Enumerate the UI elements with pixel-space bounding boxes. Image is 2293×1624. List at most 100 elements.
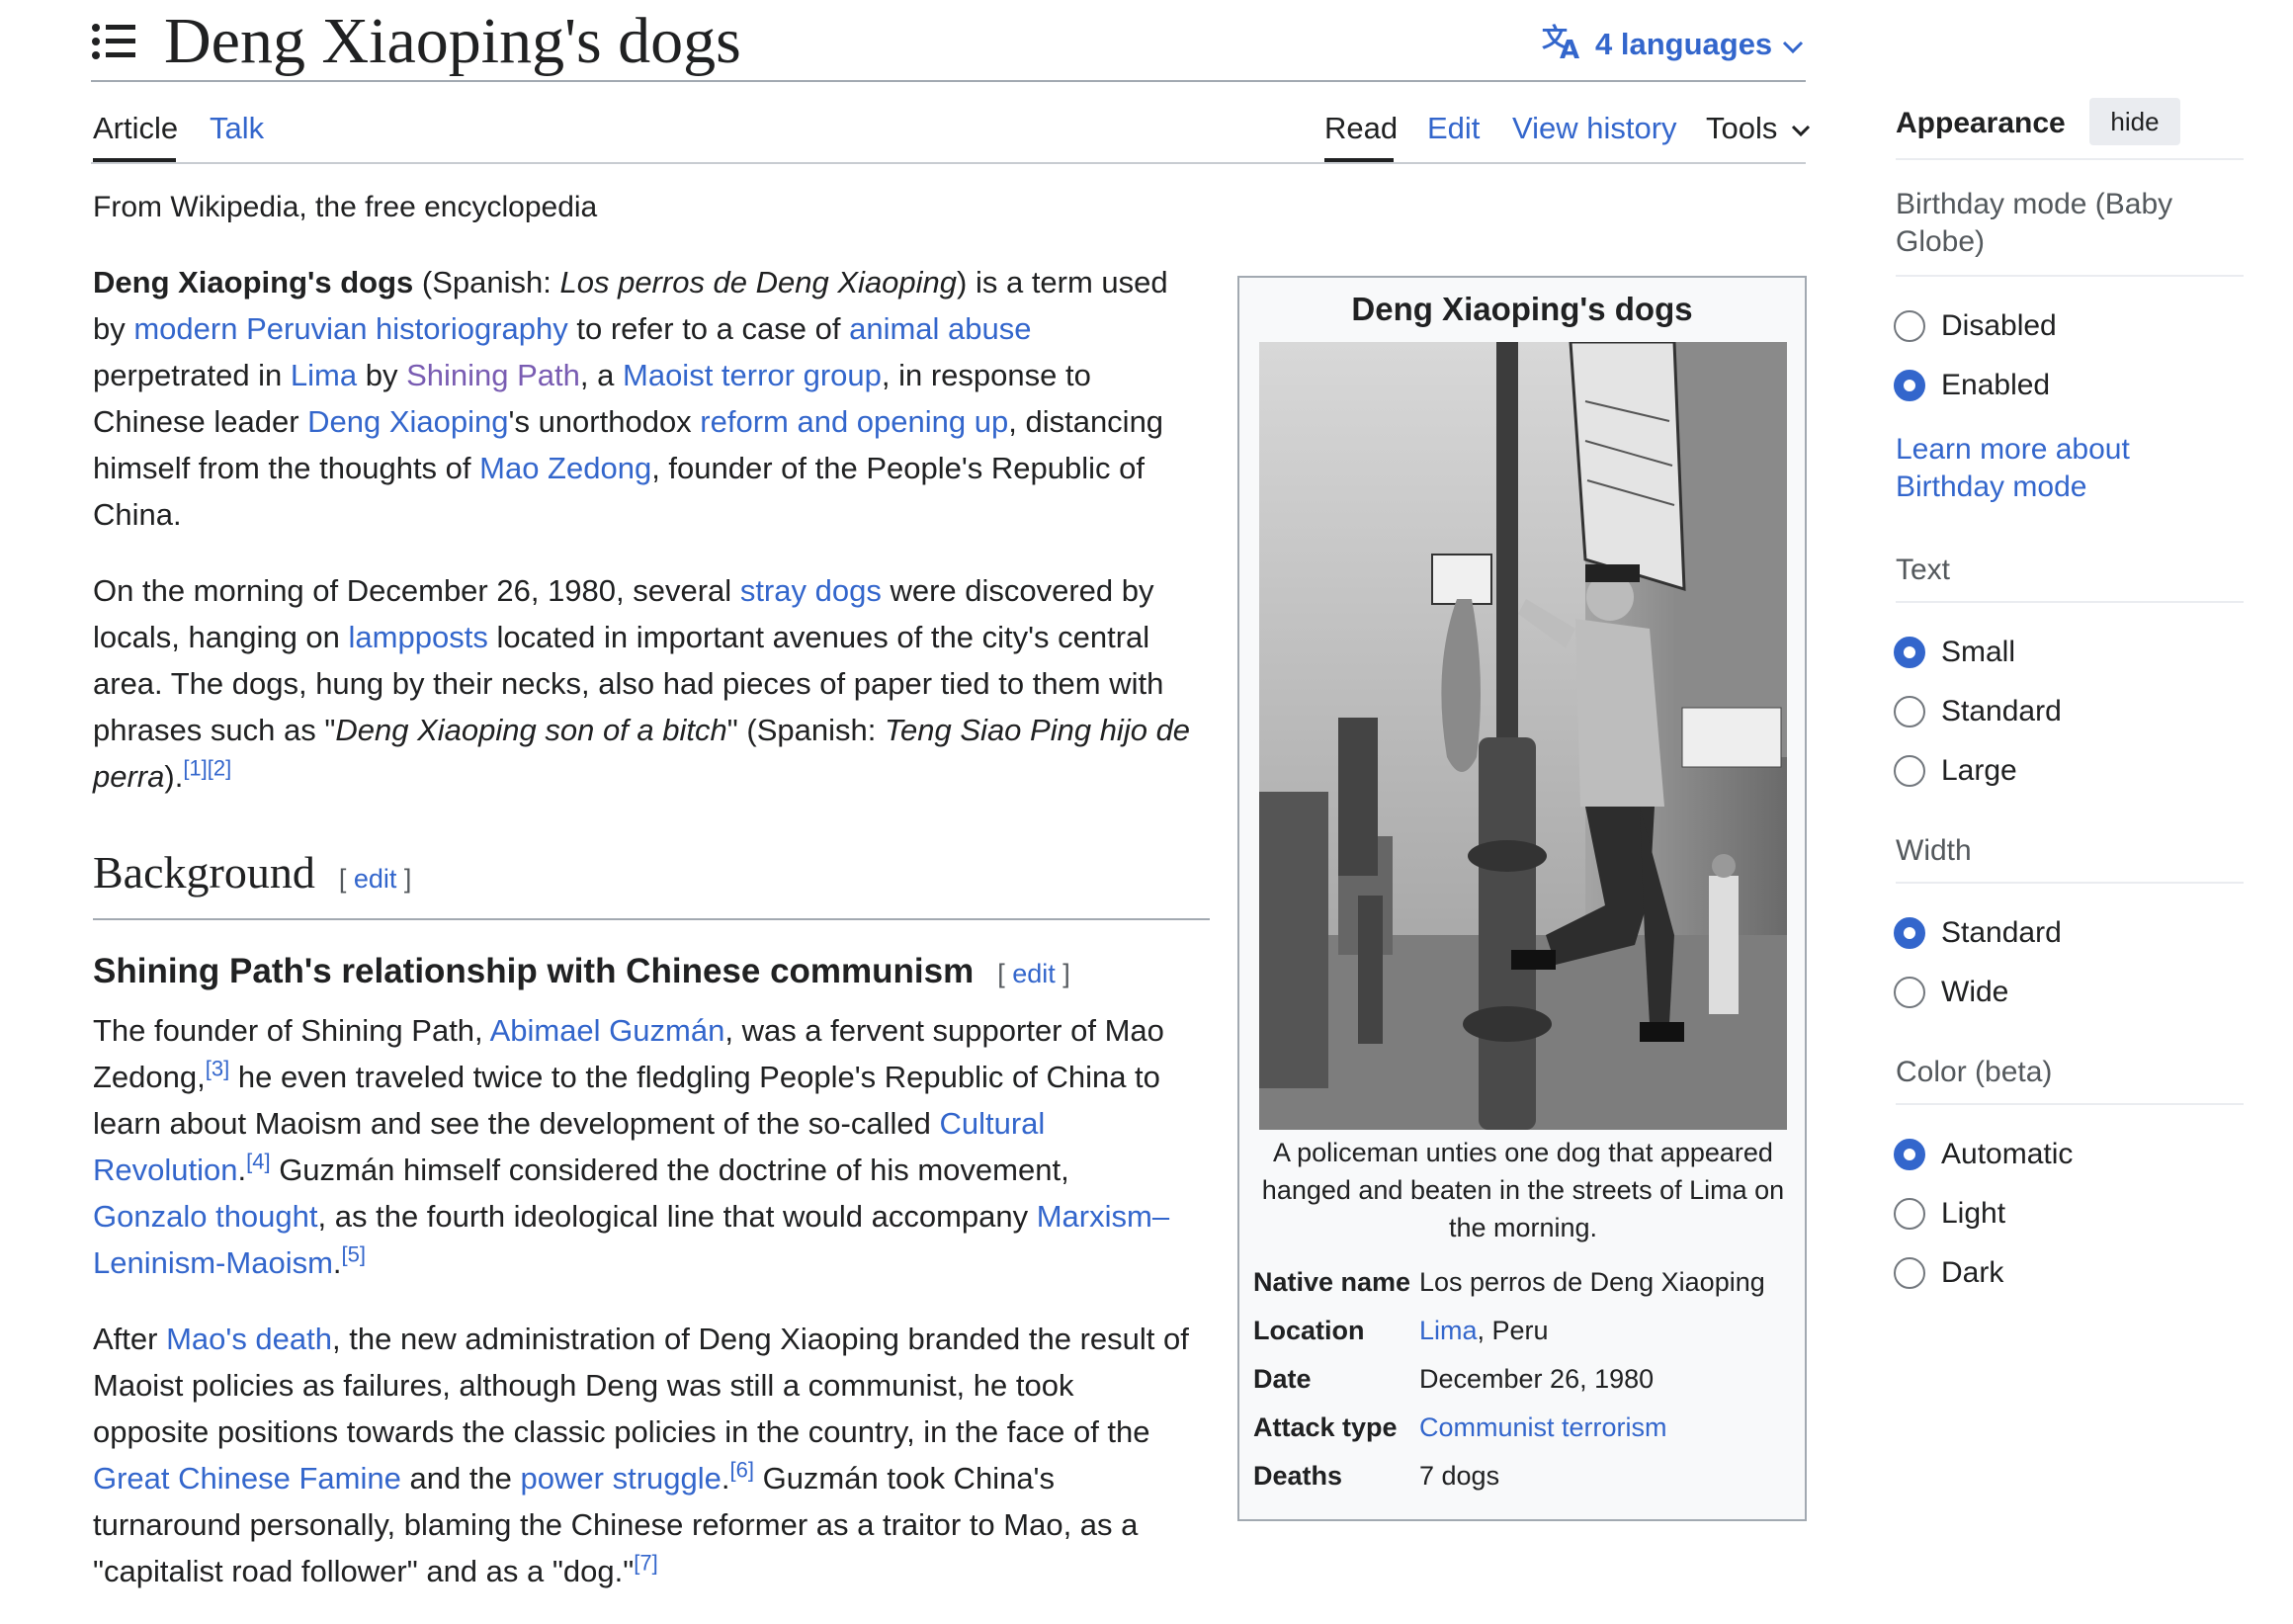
infobox-row-location: Location Lima, Peru [1253,1311,1797,1350]
width-heading: Width [1896,834,1972,867]
reference-link[interactable]: [1][2] [183,756,231,781]
radio-text-small[interactable]: Small [1894,633,2015,672]
radio-label: Dark [1941,1256,2004,1289]
radio-circle [1894,1257,1925,1289]
text: , as the fourth ideological line that wo… [317,1199,1037,1234]
text: " (Spanish: [726,713,885,747]
link-abimael-guzman[interactable]: Abimael Guzmán [490,1013,725,1048]
tools-menu[interactable]: Tools [1706,107,1811,150]
infobox-value: Los perros de Deng Xiaoping [1419,1267,1765,1297]
article-body: From Wikipedia, the free encyclopedia De… [93,186,1210,1624]
infobox-label: Location [1253,1316,1365,1345]
infobox-value: Lima, Peru [1419,1311,1797,1350]
section-edit: [ edit ] [997,959,1070,988]
section-title: Background [93,847,315,897]
paragraph: The founder of Shining Path, Abimael Guz… [93,1007,1190,1286]
reference-link[interactable]: [5] [342,1242,366,1267]
edit-section-link[interactable]: edit [354,864,397,894]
learn-more-birthday-link[interactable]: Learn more about Birthday mode [1896,431,2192,506]
link-maoist-terror-group[interactable]: Maoist terror group [623,358,882,392]
language-button[interactable]: 文 A 4 languages [1542,20,1804,69]
tab-edit[interactable]: Edit [1427,107,1480,150]
radio-width-wide[interactable]: Wide [1894,973,2008,1012]
radio-circle [1894,637,1925,668]
text: After [93,1322,167,1356]
radio-text-standard[interactable]: Standard [1894,692,2062,731]
link-reform-and-opening-up[interactable]: reform and opening up [700,404,1008,439]
text: and the [400,1461,521,1496]
radio-label: Small [1941,636,2016,668]
link-shining-path[interactable]: Shining Path [406,358,580,392]
radio-color-light[interactable]: Light [1894,1194,2005,1234]
reference-link[interactable]: [7] [634,1551,657,1576]
text: by [357,358,407,392]
subsection-heading: Shining Path's relationship with Chinese… [93,946,1210,999]
link-animal-abuse[interactable]: animal abuse [849,311,1031,346]
tab-view-history[interactable]: View history [1512,107,1677,150]
infobox-label: Deaths [1253,1461,1343,1491]
radio-label: Light [1941,1197,2006,1230]
section-edit: [ edit ] [338,864,412,894]
radio-width-standard[interactable]: Standard [1894,913,2062,953]
lead-paragraph: Deng Xiaoping's dogs (Spanish: Los perro… [93,259,1190,538]
article-subject: Deng Xiaoping's dogs [93,265,414,299]
text: On the morning of December 26, 1980, sev… [93,573,740,608]
text: perpetrated in [93,358,291,392]
svg-text:A: A [1560,36,1579,60]
edit-section-link[interactable]: edit [1012,959,1056,988]
infobox-caption: A policeman unties one dog that appeared… [1261,1138,1785,1242]
tab-article[interactable]: Article [93,107,178,150]
text: Guzmán himself considered the doctrine o… [270,1153,1069,1187]
appearance-title: Appearance [1896,107,2066,139]
link-great-chinese-famine[interactable]: Great Chinese Famine [93,1461,401,1496]
reference-link[interactable]: [6] [730,1458,754,1483]
radio-text-large[interactable]: Large [1894,751,2017,791]
radio-circle [1894,696,1925,727]
link-power-struggle[interactable]: power struggle [521,1461,722,1496]
link-lima[interactable]: Lima [291,358,357,392]
infobox-value: December 26, 1980 [1419,1364,1655,1394]
radio-color-dark[interactable]: Dark [1894,1253,2003,1293]
tabs-divider [91,162,1806,164]
radio-label: Automatic [1941,1138,2074,1170]
radio-birthday-enabled[interactable]: Enabled [1894,366,2050,405]
reference-link[interactable]: [4] [246,1150,270,1174]
link-deng-xiaoping[interactable]: Deng Xiaoping [307,404,508,439]
radio-circle [1894,1139,1925,1170]
hide-button[interactable]: hide [2089,98,2180,145]
radio-circle [1894,310,1925,342]
main-menu-icon[interactable] [91,22,138,63]
link-stray-dogs[interactable]: stray dogs [740,573,882,608]
link-communist-terrorism[interactable]: Communist terrorism [1419,1412,1667,1442]
radio-label: Wide [1941,976,2009,1008]
text: to refer to a case of [567,311,850,346]
link-lima[interactable]: Lima [1419,1316,1478,1345]
link-gonzalo-thought[interactable]: Gonzalo thought [93,1199,318,1234]
divider [1896,882,2244,884]
infobox-photo[interactable] [1259,340,1787,1130]
radio-color-automatic[interactable]: Automatic [1894,1135,2073,1174]
radio-birthday-disabled[interactable]: Disabled [1894,306,2057,346]
section-heading-background: Background [ edit ] [93,845,1210,920]
divider [1896,1103,2244,1105]
radio-label: Enabled [1941,369,2051,401]
infobox-label: Native name [1253,1267,1411,1297]
infobox-value: Communist terrorism [1419,1408,1797,1447]
radio-label: Disabled [1941,309,2057,342]
infobox: Deng Xiaoping's dogs A policeman unties … [1237,276,1807,1521]
link-mao-zedong[interactable]: Mao Zedong [479,451,651,485]
reference-link[interactable]: [3] [206,1057,229,1081]
infobox-value: 7 dogs [1419,1461,1500,1491]
link-lampposts[interactable]: lampposts [349,620,488,654]
link-maos-death[interactable]: Mao's death [166,1322,332,1356]
tab-talk[interactable]: Talk [210,107,264,150]
tagline: From Wikipedia, the free encyclopedia [93,191,598,223]
text: ). [164,759,184,794]
text: , a [579,358,623,392]
radio-circle [1894,1198,1925,1230]
tab-read[interactable]: Read [1324,107,1398,150]
link-peruvian-historiography[interactable]: modern Peruvian historiography [133,311,567,346]
divider [1896,158,2244,160]
text: . [332,1245,342,1280]
radio-circle [1894,977,1925,1008]
